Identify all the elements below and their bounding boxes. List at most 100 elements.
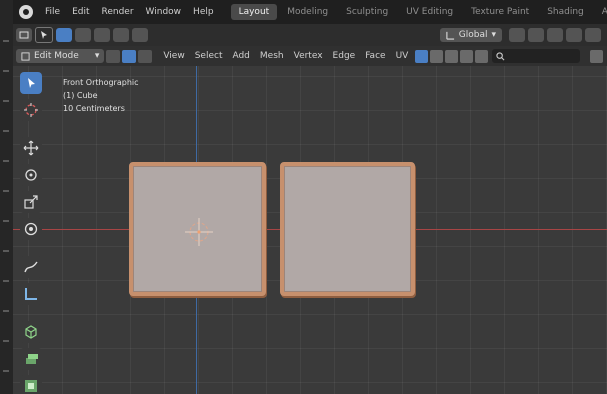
menu-edit[interactable]: Edit — [66, 7, 95, 17]
strip-mark — [3, 250, 9, 252]
strip-mark — [3, 220, 9, 222]
cube-face-right[interactable] — [280, 162, 415, 296]
editor-type-button[interactable] — [16, 28, 32, 42]
crosshair-cursor-icon — [24, 103, 38, 117]
cursor-arrow-icon — [41, 31, 47, 39]
mode-dropdown[interactable]: Edit Mode ▾ — [16, 49, 105, 63]
strip-mark — [3, 160, 9, 162]
tab-uv-editing[interactable]: UV Editing — [398, 4, 461, 20]
grid-scale-label: 10 Centimeters — [63, 104, 125, 113]
falloff-button[interactable] — [585, 28, 601, 42]
scale-icon — [24, 195, 38, 209]
header-menu-edge[interactable]: Edge — [328, 51, 361, 61]
strip-mark — [3, 70, 9, 72]
mode-value: Edit Mode — [34, 51, 79, 61]
blender-logo-icon[interactable] — [19, 5, 33, 19]
face-select-button[interactable] — [138, 49, 153, 63]
viewport-info-overlay: Front Orthographic (1) Cube 10 Centimete… — [63, 76, 139, 115]
solid-shading-button[interactable] — [445, 49, 459, 63]
tab-texture-paint[interactable]: Texture Paint — [463, 4, 537, 20]
measure-ruler-icon — [25, 288, 37, 300]
rotate-tool[interactable] — [20, 164, 42, 186]
annotate-pencil-icon — [24, 261, 38, 273]
move-arrows-icon — [23, 140, 39, 156]
transform-tool[interactable] — [20, 218, 42, 240]
strip-mark — [3, 190, 9, 192]
select-box-tool[interactable] — [20, 72, 42, 94]
menu-help[interactable]: Help — [187, 7, 220, 17]
extrude-tool[interactable] — [20, 348, 42, 370]
view-name-label: Front Orthographic — [63, 78, 139, 87]
cursor-tool[interactable] — [20, 99, 42, 121]
header-menu-vertex[interactable]: Vertex — [289, 51, 328, 61]
header-menu-face[interactable]: Face — [360, 51, 390, 61]
object-origin-marker — [185, 218, 213, 246]
pivot-point-button[interactable] — [509, 28, 525, 42]
sidebar-toggle-button[interactable] — [590, 49, 603, 63]
orientation-value: Global — [458, 30, 488, 40]
tab-animation[interactable]: Animation — [594, 4, 607, 20]
proportional-edit-button[interactable] — [566, 28, 582, 42]
header-menu-add[interactable]: Add — [227, 51, 254, 61]
cursor-arrow-icon — [28, 78, 35, 88]
annotate-tool[interactable] — [20, 256, 42, 278]
select-mode-new-button[interactable] — [56, 28, 72, 42]
chevron-down-icon: ▾ — [491, 30, 496, 40]
header-menu-mesh[interactable]: Mesh — [255, 51, 289, 61]
strip-mark — [3, 370, 9, 372]
viewport-header: Edit Mode ▾ View Select Add Mesh Vertex … — [13, 46, 607, 67]
strip-mark — [3, 100, 9, 102]
strip-mark — [3, 40, 9, 42]
viewport-3d[interactable]: Front Orthographic (1) Cube 10 Centimete… — [13, 66, 607, 394]
inset-faces-icon — [25, 380, 37, 392]
select-tool-button[interactable] — [35, 27, 53, 43]
strip-mark — [3, 280, 9, 282]
xray-toggle-button[interactable] — [415, 49, 429, 63]
search-icon — [496, 51, 505, 60]
tab-layout[interactable]: Layout — [230, 4, 278, 20]
vertex-select-button[interactable] — [106, 49, 121, 63]
header-menu-view[interactable]: View — [158, 51, 189, 61]
wireframe-shading-button[interactable] — [430, 49, 444, 63]
strip-mark — [3, 340, 9, 342]
extrude-icon — [26, 354, 38, 364]
tool-shelf — [18, 72, 44, 394]
tool-settings-bar: Global ▾ — [13, 24, 607, 46]
left-panel-strip — [0, 0, 14, 394]
move-tool[interactable] — [20, 137, 42, 159]
object-label: (1) Cube — [63, 91, 98, 100]
cube-add-icon — [25, 325, 37, 339]
add-cube-tool[interactable] — [20, 321, 42, 343]
edit-mode-icon — [21, 51, 30, 61]
transform-orientation-dropdown[interactable]: Global ▾ — [439, 28, 502, 42]
orientation-axes-icon — [446, 31, 454, 40]
rendered-shading-button[interactable] — [475, 49, 489, 63]
search-input[interactable] — [492, 49, 581, 63]
inset-tool[interactable] — [20, 375, 42, 394]
menu-render[interactable]: Render — [96, 7, 140, 17]
snap-target-button[interactable] — [547, 28, 563, 42]
header-menu-select[interactable]: Select — [190, 51, 228, 61]
select-mode-subtract-button[interactable] — [94, 28, 110, 42]
chevron-down-icon: ▾ — [94, 51, 100, 61]
select-mode-extend-button[interactable] — [75, 28, 91, 42]
header-menu-uv[interactable]: UV — [391, 51, 414, 61]
menu-window[interactable]: Window — [140, 7, 188, 17]
editor-type-icon — [19, 31, 29, 39]
select-mode-invert-button[interactable] — [113, 28, 129, 42]
transform-icon — [24, 222, 38, 236]
snap-button[interactable] — [528, 28, 544, 42]
strip-mark — [3, 130, 9, 132]
tab-sculpting[interactable]: Sculpting — [338, 4, 396, 20]
tab-modeling[interactable]: Modeling — [279, 4, 336, 20]
measure-tool[interactable] — [20, 283, 42, 305]
edge-select-button[interactable] — [122, 49, 137, 63]
scale-tool[interactable] — [20, 191, 42, 213]
rotate-icon — [25, 169, 37, 181]
material-shading-button[interactable] — [460, 49, 474, 63]
select-mode-intersect-button[interactable] — [132, 28, 148, 42]
tab-shading[interactable]: Shading — [539, 4, 592, 20]
top-menu-bar: File Edit Render Window Help Layout Mode… — [13, 0, 607, 24]
strip-mark — [3, 310, 9, 312]
menu-file[interactable]: File — [39, 7, 66, 17]
